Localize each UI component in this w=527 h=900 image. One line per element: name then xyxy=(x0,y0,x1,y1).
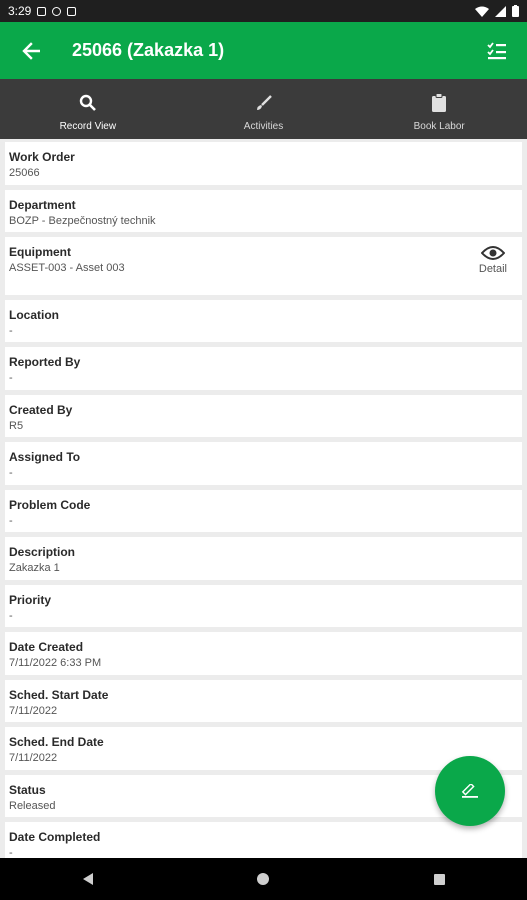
detail-label: Detail xyxy=(478,263,507,275)
checklist-button[interactable] xyxy=(473,22,521,79)
field-value: 7/11/2022 xyxy=(9,704,58,717)
field-value: R5 xyxy=(9,419,24,432)
tab-label: Record View xyxy=(59,120,117,132)
status-right xyxy=(475,5,519,17)
status-bar: 3:29 xyxy=(0,0,527,22)
signal-icon xyxy=(495,5,506,17)
status-left: 3:29 xyxy=(8,4,77,18)
field-reported-by: Reported By - xyxy=(5,347,522,390)
field-label: Date Completed xyxy=(9,830,101,844)
field-label: Assigned To xyxy=(9,450,81,464)
field-label: Sched. Start Date xyxy=(9,687,109,702)
clipboard-icon xyxy=(431,91,447,115)
arrow-back-icon xyxy=(22,41,40,60)
field-label: Problem Code xyxy=(9,497,91,512)
tab-label: Activities xyxy=(243,120,284,132)
field-value: - xyxy=(9,324,13,337)
field-date-created: Date Created 7/11/2022 6:33 PM xyxy=(5,632,522,675)
field-assigned-to: Assigned To - xyxy=(5,442,522,485)
field-label: Location xyxy=(9,307,59,322)
field-label: Priority xyxy=(9,592,52,607)
field-value: - xyxy=(9,372,13,384)
wifi-icon xyxy=(475,6,489,17)
field-label: Date Created xyxy=(9,640,84,654)
back-button[interactable] xyxy=(4,22,58,79)
field-label: Work Order xyxy=(9,150,75,164)
brush-icon xyxy=(255,91,273,115)
circle-home-icon xyxy=(257,873,270,885)
field-location: Location - xyxy=(5,299,522,342)
search-icon xyxy=(79,91,97,115)
field-label: Equipment xyxy=(9,245,71,259)
app-bar: 25066 (Zakazka 1) xyxy=(0,22,527,79)
field-value: 25066 xyxy=(9,167,40,179)
tab-activities[interactable]: Activities xyxy=(176,79,352,139)
equipment-detail-button[interactable]: Detail xyxy=(479,245,507,275)
field-value: - xyxy=(9,514,13,527)
field-value: ASSET-003 - Asset 003 xyxy=(9,262,125,274)
tab-bar: Record View Activities Book Labor xyxy=(0,79,527,139)
tab-record-view[interactable]: Record View xyxy=(0,79,176,139)
eye-icon xyxy=(480,246,505,260)
tab-book-labor[interactable]: Book Labor xyxy=(351,79,527,139)
edit-fab-button[interactable] xyxy=(435,756,505,826)
field-department: Department BOZP - Bezpečnostný technik xyxy=(5,189,522,232)
notification-icon xyxy=(37,6,47,16)
field-value: 7/11/2022 xyxy=(9,752,58,764)
record-fields: Work Order 25066 Department BOZP - Bezpe… xyxy=(0,139,527,858)
tab-label: Book Labor xyxy=(413,120,465,132)
field-problem-code: Problem Code - xyxy=(5,489,522,532)
field-value: - xyxy=(9,467,13,479)
field-value: 7/11/2022 6:33 PM xyxy=(9,657,102,669)
field-value: - xyxy=(9,847,13,858)
field-equipment: Equipment ASSET-003 - Asset 003 Detail xyxy=(5,237,522,295)
nav-back-button[interactable] xyxy=(68,858,108,900)
nav-recents-button[interactable] xyxy=(419,858,459,900)
field-label: Created By xyxy=(9,402,73,417)
triangle-back-icon xyxy=(82,873,93,885)
field-value: - xyxy=(9,609,13,622)
field-label: Sched. End Date xyxy=(9,735,104,749)
battery-icon xyxy=(512,5,519,17)
field-value: BOZP - Bezpečnostný technik xyxy=(9,214,156,227)
field-description: Description Zakazka 1 xyxy=(5,537,522,580)
field-sched-end-date: Sched. End Date 7/11/2022 xyxy=(5,727,522,770)
field-date-completed: Date Completed - xyxy=(5,822,522,858)
edit-icon xyxy=(461,784,478,798)
field-label: Department xyxy=(9,197,76,212)
checklist-icon xyxy=(487,41,506,59)
sync-icon xyxy=(52,6,62,16)
field-created-by: Created By R5 xyxy=(5,394,522,437)
field-priority: Priority - xyxy=(5,584,522,627)
field-label: Reported By xyxy=(9,355,81,369)
nav-home-button[interactable] xyxy=(243,858,283,900)
field-work-order: Work Order 25066 xyxy=(5,142,522,185)
square-recents-icon xyxy=(433,873,445,885)
field-sched-start-date: Sched. Start Date 7/11/2022 xyxy=(5,679,522,722)
sd-card-icon xyxy=(67,6,77,16)
status-time: 3:29 xyxy=(8,4,32,18)
system-nav-bar xyxy=(0,858,527,900)
field-label: Description xyxy=(9,545,76,559)
field-value: Zakazka 1 xyxy=(9,562,60,574)
page-title: 25066 (Zakazka 1) xyxy=(72,40,225,60)
